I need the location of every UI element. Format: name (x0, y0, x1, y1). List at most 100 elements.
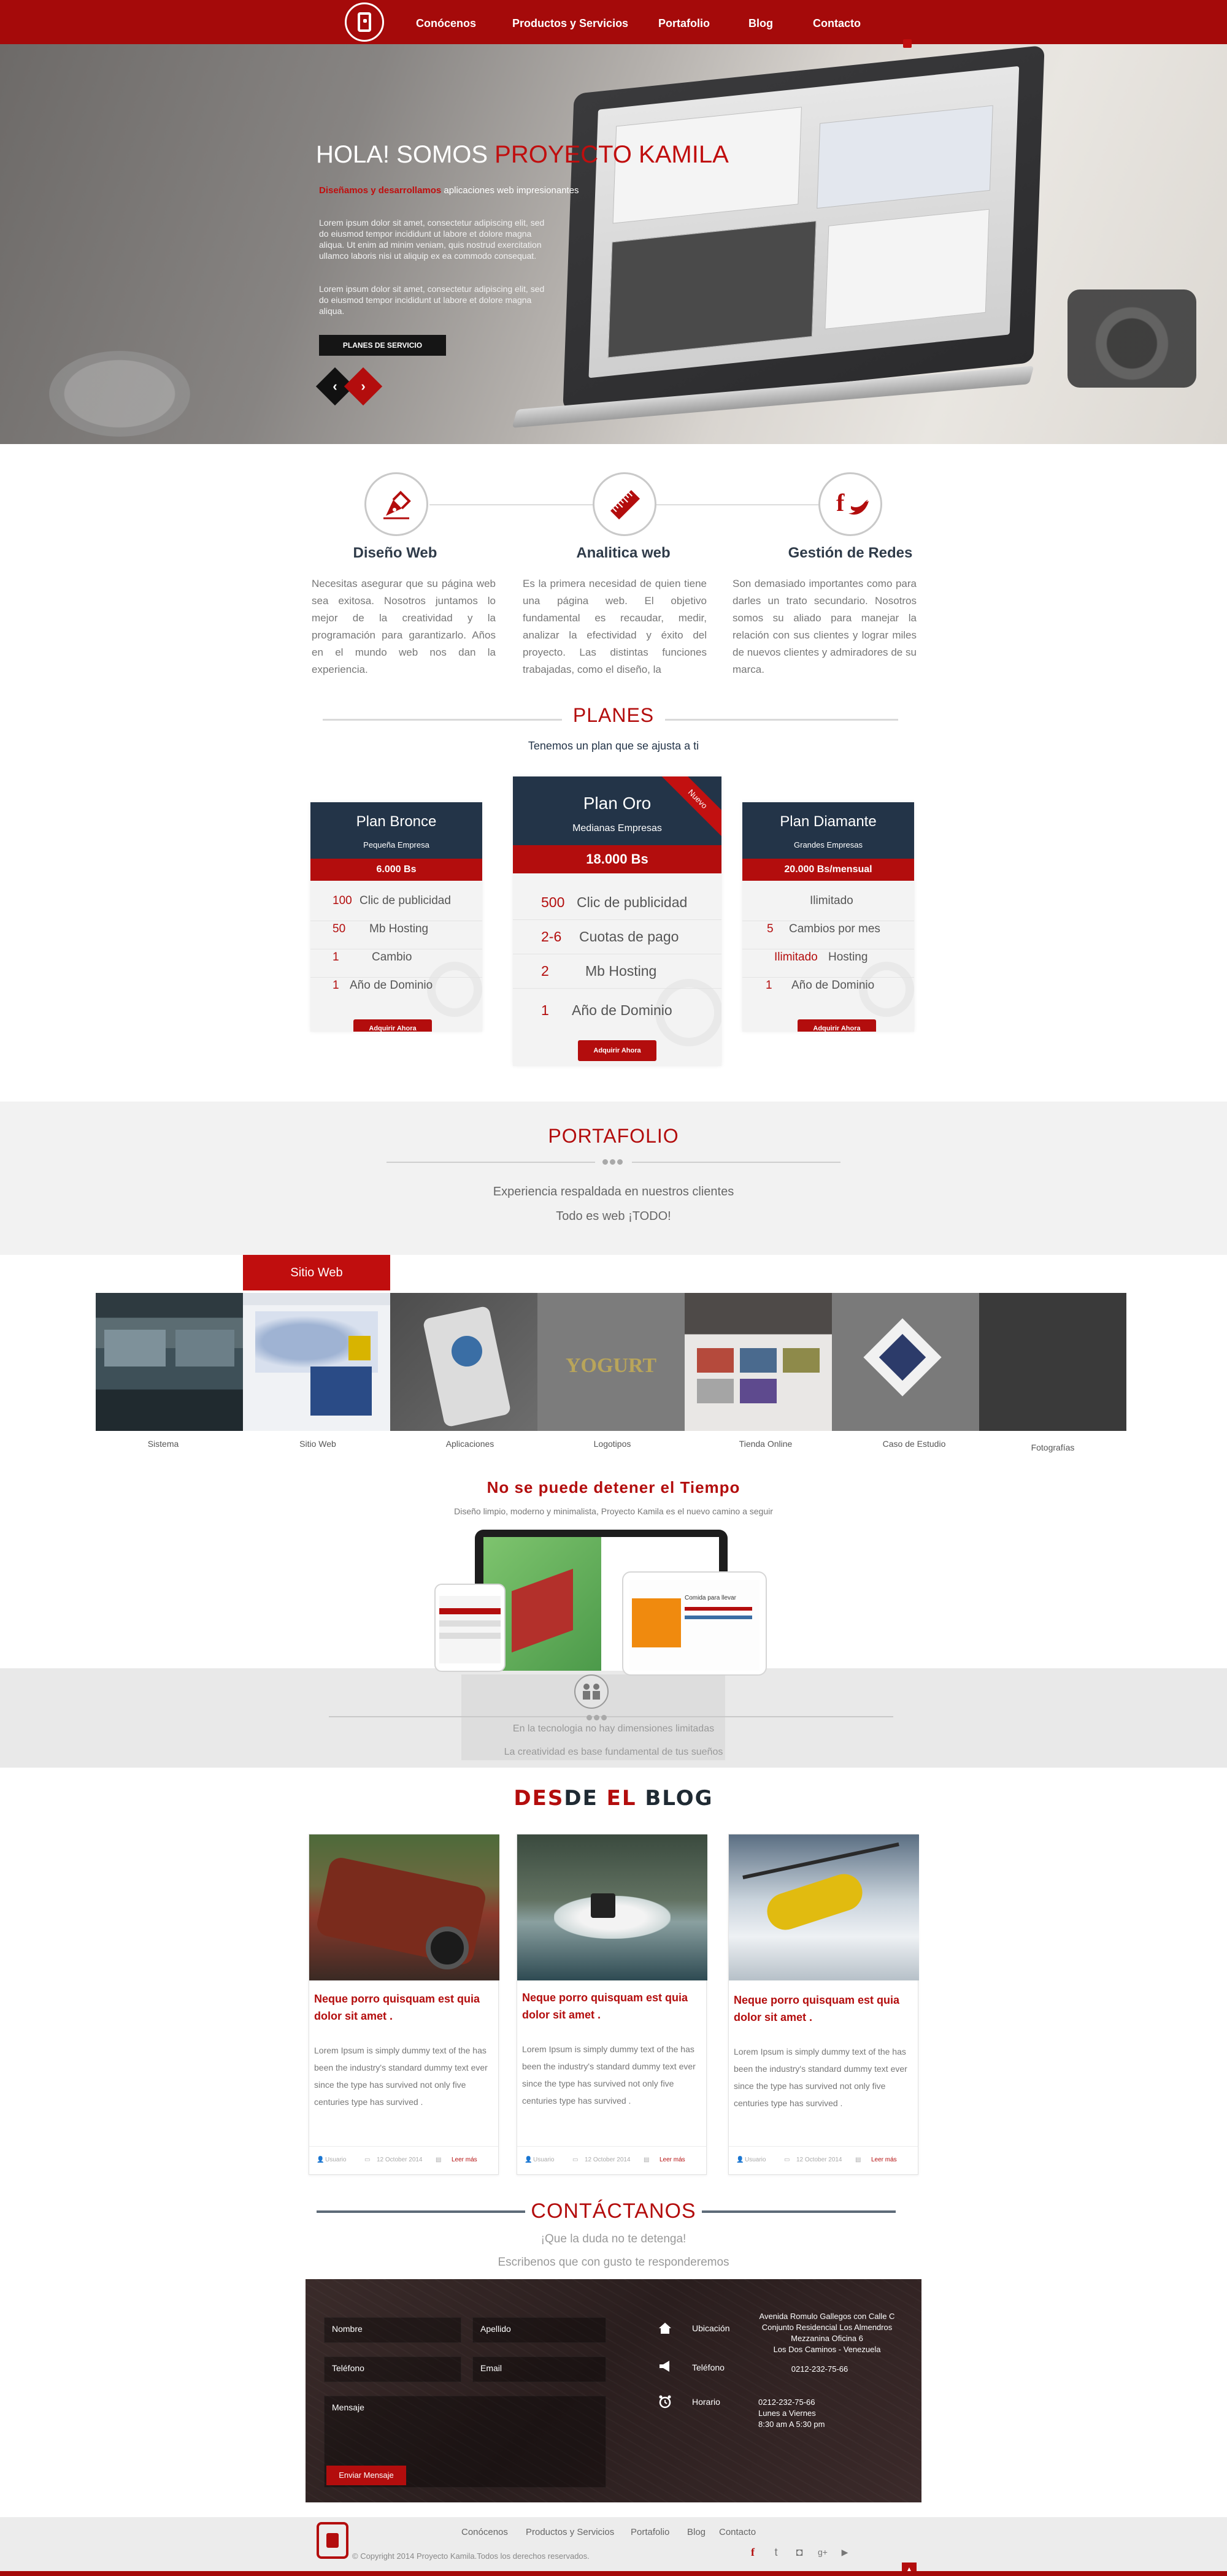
youtube-icon[interactable]: ▶ (838, 2545, 852, 2559)
planes-de-servicio-button[interactable]: PLANES DE SERVICIO (319, 335, 446, 356)
blog-card[interactable]: Neque porro quisquam est quia dolor sit … (309, 1834, 499, 2175)
showcase-subtitle: Diseño limpio, moderno y minimalista, Pr… (454, 1506, 773, 1516)
portfolio-thumb-aplicaciones[interactable] (390, 1293, 537, 1431)
plan-card-oro: Plan Oro Medianas Empresas Nuevo 18.000 … (513, 776, 721, 1066)
pen-nib-icon (364, 472, 428, 536)
blog-post-title[interactable]: Neque porro quisquam est quia dolor sit … (314, 1990, 492, 2025)
calendar-icon: ▭ (572, 2156, 579, 2163)
plan-row: 500 Clic de publicidad (513, 887, 721, 920)
portfolio-label[interactable]: Caso de Estudio (840, 1439, 988, 1449)
adquirir-ahora-button[interactable]: Adquirir Ahora (578, 1040, 656, 1061)
portfolio-thumb-sitio-web[interactable] (243, 1293, 390, 1431)
portfolio-label[interactable]: Fotografías (979, 1443, 1126, 1452)
showcase-line (329, 1716, 893, 1717)
portfolio-thumb-tienda-online[interactable] (685, 1293, 832, 1431)
email-field[interactable]: Email (472, 2356, 606, 2382)
blog-meta: 👤 Usuario ▭ 12 October 2014 ▤ Leer más (517, 2146, 706, 2175)
portfolio-label[interactable]: Sitio Web (244, 1439, 391, 1449)
nav-productos-servicios[interactable]: Productos y Servicios (512, 17, 628, 30)
portfolio-label[interactable]: Tienda Online (692, 1439, 839, 1449)
blog-image-bus[interactable] (309, 1834, 499, 1980)
telefono-label: Teléfono (692, 2363, 725, 2372)
tablet-white-device: Comida para llevar (622, 1571, 767, 1676)
nav-conocenos[interactable]: Conócenos (416, 17, 476, 30)
blog-card[interactable]: Neque porro quisquam est quia dolor sit … (517, 1834, 707, 2175)
footer-logo-icon[interactable] (317, 2522, 348, 2559)
plan-segment: Grandes Empresas (794, 840, 863, 849)
hero-slider (0, 44, 1227, 444)
showcase-title: No se puede detener el Tiempo (487, 1478, 740, 1497)
footer (0, 2517, 1227, 2576)
instagram-icon[interactable]: ◘ (793, 2545, 806, 2559)
portfolio-title: PORTAFOLIO (548, 1125, 679, 1147)
hours-text: 0212-232-75-66 Lunes a Viernes 8:30 am A 5… (758, 2398, 825, 2429)
portfolio-thumb-logotipos[interactable]: YOGURT (537, 1293, 685, 1431)
blog-image-helicopter[interactable] (729, 1834, 919, 1980)
plan-card-diamante: Plan Diamante Grandes Empresas 20.000 Bs… (742, 802, 914, 1032)
portfolio-label[interactable]: Aplicaciones (396, 1439, 544, 1449)
user-icon: 👤 (317, 2156, 325, 2163)
user-icon: 👤 (736, 2156, 744, 2163)
calendar-icon: ▭ (784, 2156, 790, 2163)
contact-line-1: ¡Que la duda no te detenga! (540, 2233, 687, 2245)
footer-link-contacto[interactable]: Contacto (719, 2527, 756, 2537)
footer-link-portafolio[interactable]: Portafolio (631, 2527, 669, 2537)
twitter-icon[interactable]: t (769, 2545, 783, 2559)
enviar-mensaje-button[interactable]: Enviar Mensaje (326, 2466, 406, 2485)
nav-contacto[interactable]: Contacto (813, 17, 861, 30)
hero-title: HOLA! SOMOS PROYECTO KAMILA (316, 141, 729, 168)
service-title-diseno-web: Diseño Web (353, 545, 437, 561)
plan-row: 1 Año de Dominio (333, 979, 433, 992)
portfolio-label[interactable]: Sistema (90, 1439, 237, 1449)
contact-line-2: Escribenos que con gusto te responderemo… (498, 2256, 729, 2269)
blog-card[interactable]: Neque porro quisquam est quia dolor sit … (728, 1834, 919, 2175)
plan-row: 2-6 Cuotas de pago (513, 921, 721, 954)
portfolio-thumb-caso-estudio[interactable] (832, 1293, 979, 1431)
portfolio-thumb-fotografias[interactable] (979, 1293, 1126, 1431)
phone-text: 0212-232-75-66 (791, 2364, 848, 2374)
plan-row: 1 Año de Dominio (541, 1002, 672, 1018)
leer-mas-link[interactable]: Leer más (660, 2156, 685, 2163)
leer-mas-link[interactable]: Leer más (452, 2156, 477, 2163)
address-text: Avenida Romulo Gallegos con Calle C Conju… (759, 2312, 895, 2354)
plan-price: 18.000 Bs (513, 845, 721, 873)
telefono-field[interactable]: Teléfono (324, 2356, 461, 2382)
plan-row: 1 Cambio (310, 951, 482, 978)
plans-heading-line-right (665, 719, 898, 721)
blog-post-text: Lorem Ipsum is simply dummy text of the … (314, 2045, 488, 2107)
blog-post-title[interactable]: Neque porro quisquam est quia dolor sit … (522, 1989, 700, 2023)
adquirir-ahora-button[interactable]: Adquirir Ahora (353, 1019, 432, 1032)
svg-text:f: f (836, 489, 845, 516)
chevron-right-icon[interactable]: › (344, 367, 383, 406)
footer-link-conocenos[interactable]: Conócenos (461, 2527, 508, 2537)
apellido-field[interactable]: Apellido (472, 2317, 606, 2343)
blog-meta: 👤 Usuario ▭ 12 October 2014 ▤ Leer más (309, 2146, 498, 2175)
blog-post-title[interactable]: Neque porro quisquam est quia dolor sit … (734, 1991, 912, 2026)
coffee-cup-image (49, 351, 190, 437)
footer-link-blog[interactable]: Blog (687, 2527, 706, 2537)
googleplus-icon[interactable]: g+ (816, 2545, 829, 2559)
footer-link-productos[interactable]: Productos y Servicios (526, 2527, 614, 2537)
kamila-logo-icon[interactable] (345, 2, 384, 42)
service-text-analitica-web: Es la primera necesidad de quien tiene u… (523, 578, 707, 675)
facebook-icon[interactable]: f (746, 2545, 760, 2559)
plan-row: 5 Cambios por mes (742, 922, 914, 949)
portfolio-thumb-sistema[interactable] (96, 1293, 243, 1431)
blog-title: DESDE EL BLOG (513, 1786, 714, 1811)
nav-portafolio[interactable]: Portafolio (658, 17, 710, 30)
plans-subtitle: Tenemos un plan que se ajusta a ti (528, 740, 699, 752)
service-text-diseno-web: Necesitas asegurar que su página web sea… (312, 578, 496, 675)
hero-paragraph-1: Lorem ipsum dolor sit amet, consectetur … (319, 218, 545, 261)
plan-segment: Medianas Empresas (572, 823, 662, 834)
adquirir-ahora-button[interactable]: Adquirir Ahora (798, 1019, 876, 1032)
portfolio-active-tab[interactable]: Sitio Web (243, 1255, 390, 1290)
user-icon: 👤 (525, 2156, 533, 2163)
portfolio-label[interactable]: Logotipos (539, 1439, 686, 1449)
services-connector-right (656, 504, 819, 505)
portfolio-line-right (632, 1162, 840, 1163)
leer-mas-link[interactable]: Leer más (871, 2156, 897, 2163)
nav-blog[interactable]: Blog (748, 17, 773, 30)
hero-corner-marker (903, 39, 912, 48)
blog-image-jetski[interactable] (517, 1834, 707, 1980)
nombre-field[interactable]: Nombre (324, 2317, 461, 2343)
